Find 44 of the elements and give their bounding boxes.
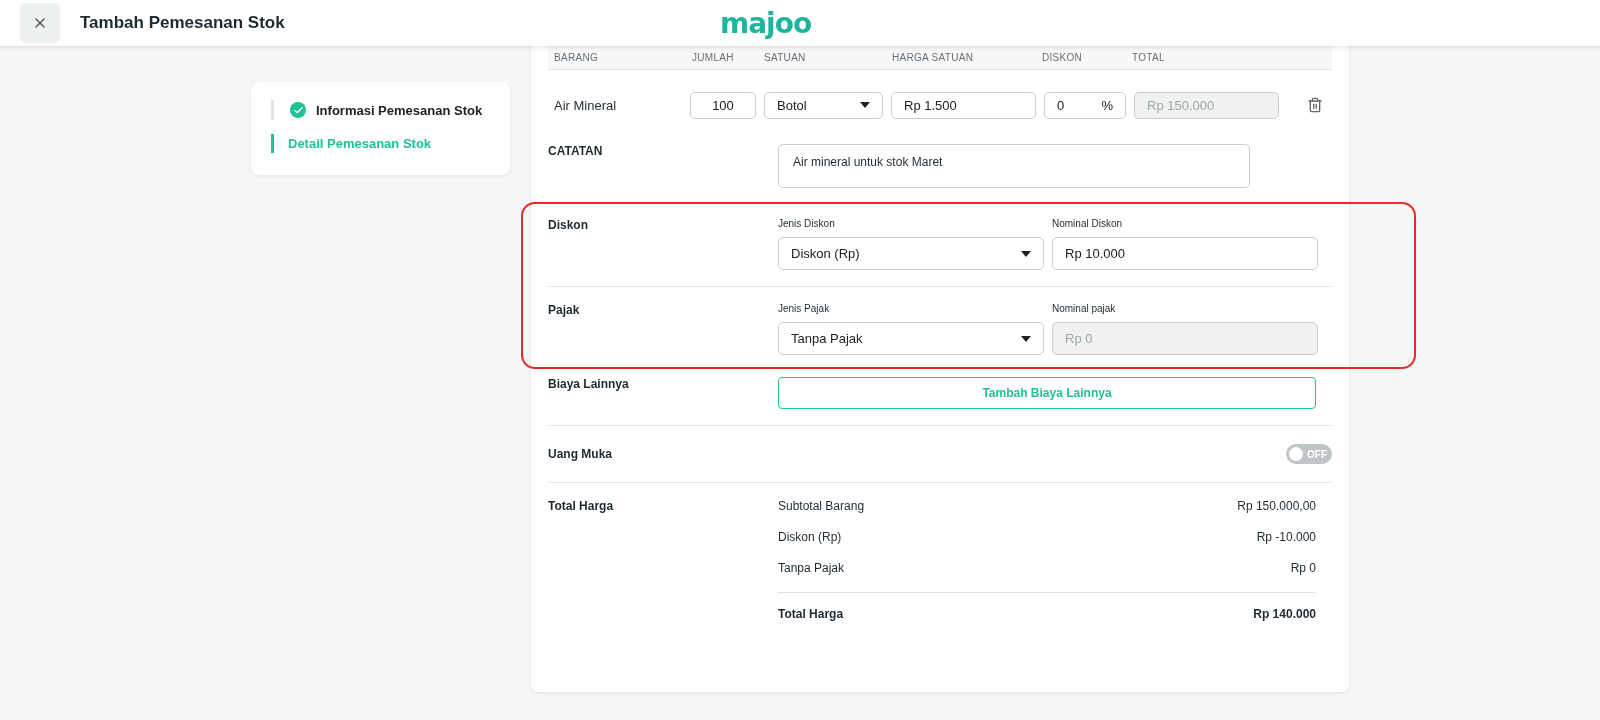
caret-icon (860, 102, 870, 108)
type-dropdown[interactable]: Diskon (Rp) (778, 237, 1044, 270)
note-label: CATATAN (548, 144, 604, 160)
quantity-field[interactable]: 100 (690, 91, 756, 119)
summary-label: Diskon (Rp) (778, 530, 842, 544)
column-header: JUMLAH (692, 52, 735, 63)
caret-icon (1021, 335, 1031, 342)
unit-dropdown[interactable]: Botol (764, 91, 883, 119)
summary-label: Subtotal Barang (778, 499, 865, 513)
column-header: DISKON (1042, 52, 1084, 63)
section-label: Biaya Lainnya (548, 377, 630, 393)
field-label: Jenis Pajak (778, 303, 831, 314)
field-label: Jenis Diskon (778, 218, 836, 229)
column-header: SATUAN (764, 52, 807, 63)
caret-icon (1021, 250, 1031, 257)
note-field[interactable]: Air mineral untuk stok Maret (778, 144, 1250, 188)
summary-value: Rp -10.000 (1256, 530, 1316, 544)
price-field[interactable]: Rp 1.500 (891, 91, 1036, 119)
step-label: Informasi Pemesanan Stok (316, 102, 483, 118)
summary-value: Rp 150.000,00 (1237, 499, 1316, 513)
total-label: Total Harga (778, 607, 844, 621)
section-label: Uang Muka (548, 447, 613, 461)
step-item[interactable]: Informasi Pemesanan Stok (271, 100, 490, 120)
column-header: BARANG (554, 52, 600, 63)
section-label: Diskon (548, 218, 589, 234)
amount-field: Rp 0 (1052, 322, 1318, 355)
summary-label: Tanpa Pajak (778, 561, 845, 575)
page-title: Tambah Pemesanan Stok (80, 13, 286, 33)
summary-value: Rp 0 (1290, 561, 1316, 575)
type-dropdown[interactable]: Tanpa Pajak (778, 322, 1044, 355)
logo: majoo (720, 6, 812, 40)
discount-field[interactable]: 0 % (1044, 91, 1126, 119)
section-label: Total Harga (548, 499, 615, 515)
step-label: Detail Pemesanan Stok (288, 136, 432, 151)
item-name: Air Mineral (554, 97, 618, 113)
total-value: Rp 140.000 (1253, 607, 1316, 621)
total-field: Rp 150.000 (1134, 91, 1279, 119)
field-label: Nominal pajak (1052, 303, 1117, 314)
column-header: TOTAL (1132, 52, 1166, 63)
trash-icon[interactable] (1307, 97, 1323, 113)
amount-field[interactable]: Rp 10.000 (1052, 237, 1318, 270)
column-header: HARGA SATUAN (892, 52, 975, 63)
section-label: Pajak (548, 303, 581, 319)
field-label: Nominal Diskon (1052, 218, 1124, 229)
